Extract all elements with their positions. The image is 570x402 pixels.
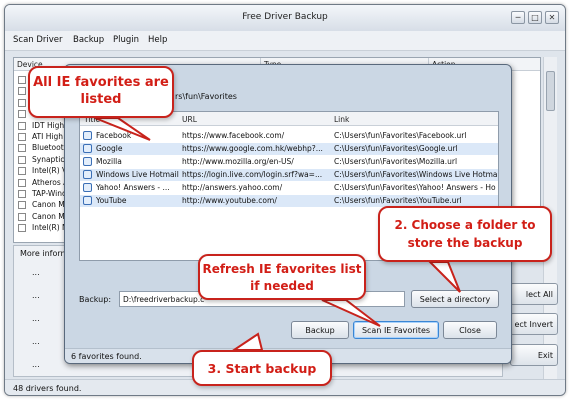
callout-choose-folder: 2. Choose a folder to store the backup: [378, 206, 552, 262]
callout-refresh: Refresh IE favorites list if needed: [198, 254, 366, 300]
callout-pointer: [321, 299, 381, 327]
callout-start-backup: 3. Start backup: [192, 350, 332, 386]
callout-pointers: [94, 117, 461, 351]
callout-pointer: [230, 332, 264, 351]
callout-pointer: [427, 261, 461, 293]
callout-all-listed: All IE favorites are listed: [28, 66, 174, 118]
callout-pointer: [94, 117, 151, 141]
